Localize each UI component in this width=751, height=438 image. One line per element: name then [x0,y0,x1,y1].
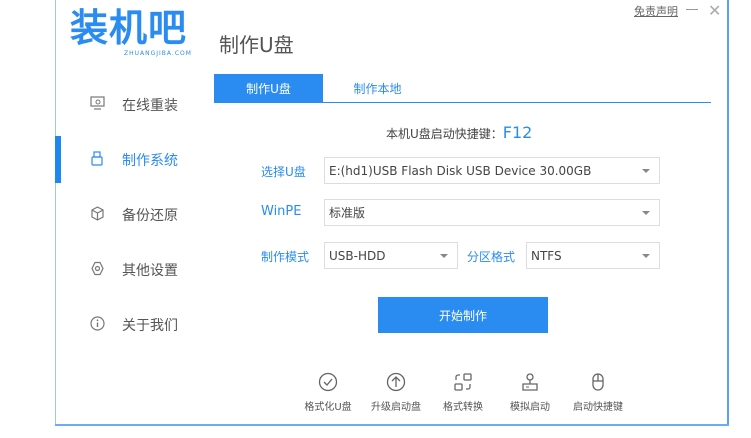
mode-label: 制作模式 [261,250,310,264]
tab-make-usb[interactable]: 制作U盘 [214,74,323,103]
mode-select-value: USB-HDD [329,248,386,263]
logo: 装机吧 [70,6,188,50]
hotkey-info: 本机U盘启动快捷键：F12 [386,123,532,142]
tool-label: 启动快捷键 [573,402,623,413]
usb-icon [88,150,106,170]
winpe-label: WinPE [261,204,302,219]
upgrade-boot-disk-button[interactable]: 升级启动盘 [362,370,430,413]
page-title: 制作U盘 [219,33,294,57]
chevron-down-icon [440,254,448,258]
window-border-right [727,0,729,426]
partition-select[interactable]: NTFS [526,242,660,269]
chevron-down-icon [642,254,650,258]
tab-make-local[interactable]: 制作本地 [323,74,432,103]
usb-select-value: E:(hd1)USB Flash Disk USB Device 30.00GB [329,163,592,178]
boot-hotkey-button[interactable]: 启动快捷键 [564,370,632,413]
window-border-left [55,0,56,426]
sidebar-item-backup-restore[interactable]: 备份还原 [60,195,210,235]
partition-select-value: NTFS [531,248,562,263]
minimize-button[interactable] [686,9,698,10]
tool-label: 升级启动盘 [371,402,421,413]
format-usb-button[interactable]: 格式化U盘 [294,370,362,413]
sidebar-item-settings[interactable]: 其他设置 [60,250,210,290]
hotkey-value: F12 [502,123,533,142]
sidebar-item-label: 制作系统 [122,153,178,169]
cube-icon [88,205,106,225]
sidebar-item-label: 关于我们 [122,318,178,334]
chevron-down-icon [642,211,650,215]
arrow-up-circle-icon [362,370,430,394]
tool-label: 模拟启动 [510,402,550,413]
simulate-boot-button[interactable]: 模拟启动 [496,370,564,413]
logo-subtext: ZHUANGJIBA.COM [124,50,192,57]
winpe-select-value: 标准版 [329,206,366,220]
window-border-bottom [55,424,729,426]
winpe-select[interactable]: 标准版 [324,199,660,226]
sidebar-item-about[interactable]: 关于我们 [60,305,210,345]
hotkey-label: 本机U盘启动快捷键： [386,127,503,141]
close-button[interactable]: ✕ [708,1,721,20]
usb-select[interactable]: E:(hd1)USB Flash Disk USB Device 30.00GB [324,157,660,184]
tool-label: 格式化U盘 [304,402,352,413]
tab-underline [214,102,711,103]
check-circle-icon [294,370,362,394]
sidebar-item-make-system[interactable]: 制作系统 [60,140,210,180]
sidebar-item-online-reinstall[interactable]: 在线重装 [60,85,210,125]
sidebar-item-label: 备份还原 [122,208,178,224]
mode-select[interactable]: USB-HDD [324,242,458,269]
stamp-icon [496,370,564,394]
gear-icon [88,261,106,280]
usb-label: 选择U盘 [261,165,306,179]
info-icon [88,315,106,335]
format-convert-button[interactable]: 格式转换 [429,370,497,413]
tool-label: 格式转换 [443,402,483,413]
mouse-icon [564,370,632,394]
chevron-down-icon [642,169,650,173]
partition-label: 分区格式 [467,250,516,264]
disclaimer-link[interactable]: 免责声明 [634,3,678,19]
monitor-icon [88,96,106,114]
convert-icon [429,370,497,394]
start-button[interactable]: 开始制作 [378,297,548,333]
sidebar-item-label: 在线重装 [122,98,178,114]
sidebar-item-label: 其他设置 [122,263,178,279]
